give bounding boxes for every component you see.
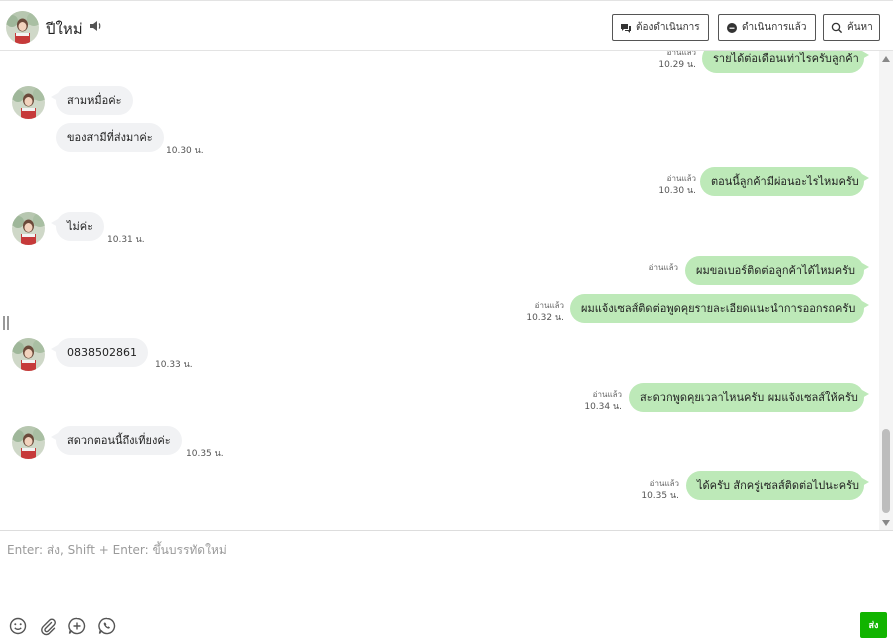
done-button[interactable]: ดำเนินการแล้ว	[718, 14, 816, 41]
search-button[interactable]: ค้นหา	[823, 14, 880, 41]
attachment-icon	[41, 618, 56, 636]
message-meta: อ่านแล้ว 10.29 น.	[640, 51, 696, 71]
message-meta: อ่านแล้ว	[620, 262, 678, 274]
outgoing-message[interactable]: รายได้ต่อเดือนเท่าไรครับลูกค้า	[702, 51, 869, 73]
incoming-message[interactable]: 0838502861	[51, 338, 148, 367]
contact-avatar[interactable]	[6, 11, 39, 44]
read-status: อ่านแล้ว	[649, 479, 679, 488]
scroll-down-icon[interactable]	[882, 520, 890, 526]
emoji-button[interactable]	[8, 616, 28, 636]
read-status: อ่านแล้ว	[666, 51, 696, 57]
contact-avatar[interactable]	[12, 338, 45, 371]
composer: ส่ง	[0, 530, 893, 644]
outgoing-message[interactable]: ผมแจ้งเซลส์ติดต่อพูดคุยรายละเอียดแนะนำกา…	[570, 294, 869, 323]
search-button-label: ค้นหา	[847, 22, 873, 33]
read-status: อ่านแล้ว	[666, 174, 696, 183]
speaker-icon[interactable]	[89, 19, 103, 33]
message-input[interactable]	[0, 531, 893, 601]
message-meta: อ่านแล้ว 10.30 น.	[640, 173, 696, 197]
done-button-label: ดำเนินการแล้ว	[742, 22, 807, 33]
attachment-button[interactable]	[38, 616, 58, 636]
message-time: 10.34 น.	[584, 402, 622, 412]
read-status: อ่านแล้ว	[648, 263, 678, 272]
outgoing-message[interactable]: สะดวกพูดคุยเวลาไหนครับ ผมแจ้งเซลส์ให้ครั…	[629, 383, 869, 412]
search-icon	[831, 22, 843, 33]
message-meta: อ่านแล้ว 10.35 น.	[623, 478, 679, 502]
scrollbar-thumb[interactable]	[882, 429, 890, 513]
call-button[interactable]	[97, 616, 117, 636]
contact-avatar[interactable]	[12, 86, 45, 119]
add-button[interactable]	[67, 616, 87, 636]
chat-scrollbar[interactable]	[879, 51, 893, 530]
add-icon	[68, 617, 86, 635]
incoming-message[interactable]: ของสามีที่ส่งมาค่ะ	[56, 123, 164, 152]
contact-avatar[interactable]	[12, 212, 45, 245]
send-button[interactable]: ส่ง	[860, 612, 887, 638]
contact-name: ปีใหม่	[46, 20, 83, 38]
scroll-up-icon[interactable]	[882, 56, 890, 62]
todo-button[interactable]: ต้องดำเนินการ	[612, 14, 709, 41]
read-status: อ่านแล้ว	[592, 390, 622, 399]
resize-handle[interactable]	[3, 316, 9, 330]
contact-avatar[interactable]	[12, 426, 45, 459]
message-time: 10.33 น.	[155, 360, 193, 370]
chat-header: ปีใหม่ ต้องดำเนินการ ดำเนินการแล้ว ค้นหา	[0, 0, 893, 51]
message-time: 10.29 น.	[658, 60, 696, 70]
todo-button-label: ต้องดำเนินการ	[636, 22, 700, 33]
chat-bubble-icon	[621, 23, 631, 33]
message-time: 10.30 น.	[166, 146, 204, 156]
outgoing-message[interactable]: ได้ครับ สักครู่เซลส์ติดต่อไปนะครับ	[686, 471, 869, 500]
read-status: อ่านแล้ว	[534, 301, 564, 310]
message-list[interactable]: อ่านแล้ว 10.29 น. รายได้ต่อเดือนเท่าไรคร…	[0, 51, 893, 530]
message-time: 10.30 น.	[658, 186, 696, 196]
phone-icon	[98, 617, 116, 635]
done-chat-icon	[727, 22, 737, 33]
incoming-message[interactable]: สดวกตอนนี้ถึงเที่ยงค่ะ	[51, 426, 182, 455]
message-time: 10.35 น.	[641, 491, 679, 501]
incoming-message[interactable]: ไม่ค่ะ	[50, 212, 105, 241]
message-meta: อ่านแล้ว 10.32 น.	[508, 300, 564, 324]
message-time: 10.35 น.	[186, 449, 224, 459]
message-meta: อ่านแล้ว 10.34 น.	[566, 389, 622, 413]
message-time: 10.32 น.	[526, 313, 564, 323]
outgoing-message[interactable]: ผมขอเบอร์ติดต่อลูกค้าได้ไหมครับ	[685, 256, 869, 285]
incoming-message[interactable]: สามหมื่อค่ะ	[51, 86, 133, 115]
outgoing-message[interactable]: ตอนนี้ลูกค้ามีผ่อนอะไรไหมครับ	[700, 167, 869, 196]
emoji-icon	[9, 617, 27, 635]
message-time: 10.31 น.	[107, 235, 145, 245]
